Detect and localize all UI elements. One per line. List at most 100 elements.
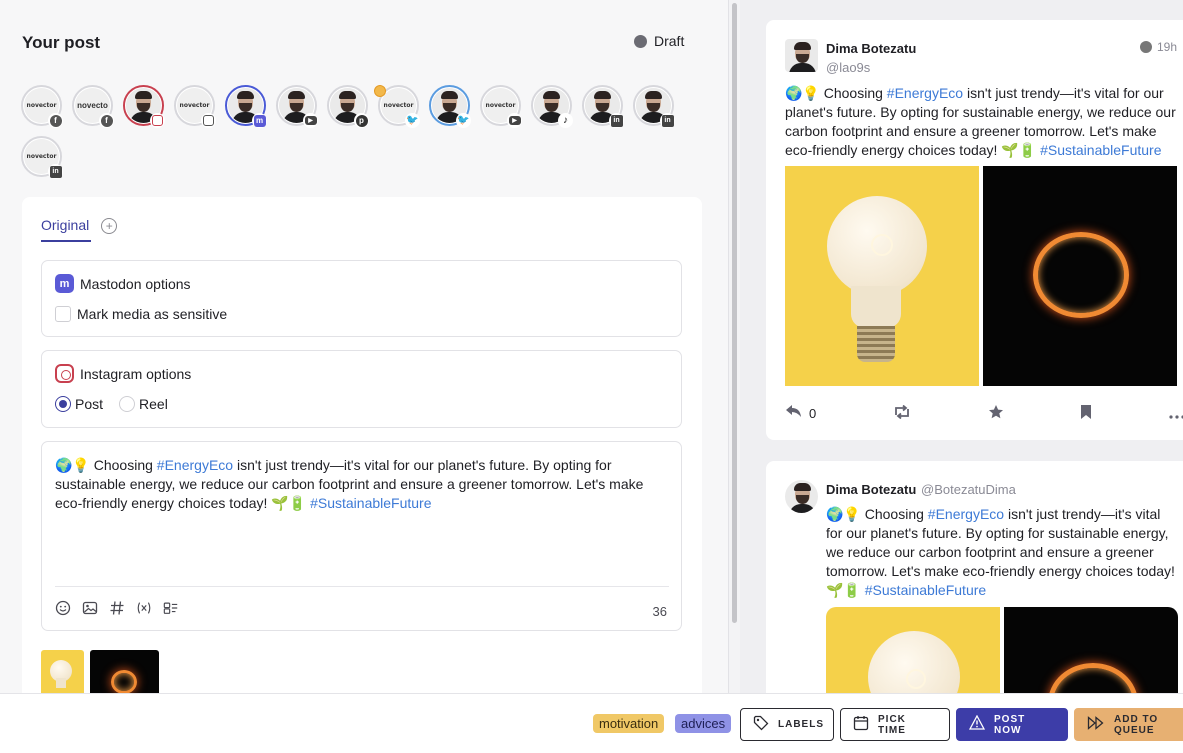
post-text-editor[interactable]: 🌍💡 Choosing #EnergyEco isn't just trendy…	[41, 441, 682, 631]
emoji-icon[interactable]	[55, 600, 71, 616]
post-time: 19h	[1140, 40, 1177, 54]
add-tab-button[interactable]: +	[101, 217, 118, 234]
reply-icon[interactable]	[785, 404, 802, 423]
composer-panel: Your post Draft novector f novecto f novecto…	[0, 0, 728, 693]
account-avatar[interactable]: p	[327, 85, 369, 128]
post-now-button-label[interactable]: POST NOW	[994, 714, 1055, 736]
account-avatar[interactable]: novector f	[21, 85, 63, 128]
sensitive-media-option[interactable]: Mark media as sensitive	[55, 306, 227, 322]
labels-button[interactable]: LABELS	[740, 708, 834, 741]
bulb-image[interactable]	[785, 166, 979, 386]
account-avatar[interactable]: in	[633, 85, 675, 128]
account-avatar[interactable]	[123, 85, 165, 128]
preview-text: 🌍💡 Choosing #EnergyEco isn't just trendy…	[826, 505, 1176, 600]
scrollbar-thumb[interactable]	[732, 3, 737, 623]
globe-icon	[1140, 41, 1152, 53]
add-to-queue-button-label[interactable]: ADD TO QUEUE	[1114, 714, 1183, 736]
tag-icon	[753, 715, 769, 735]
brand-logo-text: novector	[26, 102, 57, 109]
brand-logo-text: novector	[179, 102, 210, 109]
reel-radio-label[interactable]: Reel	[139, 396, 168, 412]
bookmark-icon[interactable]	[1080, 404, 1092, 423]
account-avatar[interactable]: novecto f	[72, 85, 114, 128]
warning-icon	[968, 714, 986, 734]
brand-logo-text: novecto	[77, 101, 108, 110]
hashtag[interactable]: #EnergyEco	[887, 85, 963, 101]
brand-logo-text: novector	[26, 153, 57, 160]
light-ring-image[interactable]	[983, 166, 1177, 386]
author-handle: @lao9s	[826, 60, 871, 75]
bulb-neck	[56, 678, 66, 688]
variable-icon[interactable]	[136, 600, 152, 616]
avatar	[785, 480, 818, 513]
label-chip-motivation[interactable]: motivation	[593, 714, 665, 733]
pinterest-icon: p	[354, 113, 369, 128]
linkedin-icon: in	[48, 164, 63, 179]
hashtag-icon[interactable]	[109, 600, 125, 616]
instagram-options-header: Instagram options	[55, 364, 191, 383]
preview-icon[interactable]	[163, 600, 179, 616]
sensitive-media-checkbox[interactable]	[55, 306, 71, 322]
sensitive-media-label[interactable]: Mark media as sensitive	[77, 306, 227, 322]
character-count: 36	[652, 604, 667, 619]
pick-time-button[interactable]: PICK TIME	[840, 708, 950, 741]
media-thumbnail-ring[interactable]	[90, 650, 159, 693]
account-avatar[interactable]: m	[225, 85, 267, 128]
account-avatar[interactable]: novector 🐦	[374, 85, 420, 128]
instagram-icon	[201, 113, 216, 128]
mastodon-options-title: Mastodon options	[80, 275, 191, 292]
linkedin-icon: in	[660, 113, 675, 128]
account-avatar[interactable]: ▶	[276, 85, 318, 128]
reply-action[interactable]: 0	[785, 404, 816, 423]
post-radio-label[interactable]: Post	[75, 396, 103, 412]
favourite-icon[interactable]	[988, 404, 1004, 423]
light-ring-image[interactable]	[1004, 607, 1178, 693]
boost-icon[interactable]	[893, 404, 911, 422]
hashtag[interactable]: #SustainableFuture	[1040, 142, 1161, 158]
bulb-filament	[871, 234, 893, 256]
face-image	[785, 480, 818, 513]
reel-radio[interactable]	[119, 396, 136, 412]
account-avatar[interactable]: novector	[174, 85, 216, 128]
post-actions: 0	[785, 404, 1183, 423]
post-time-label: 19h	[1157, 40, 1178, 54]
brand-logo-text: novector	[383, 102, 414, 109]
post-text[interactable]: 🌍💡 Choosing #EnergyEco isn't just trendy…	[55, 456, 667, 513]
image-icon[interactable]	[82, 600, 98, 616]
label-chip-advices[interactable]: advices	[675, 714, 732, 733]
facebook-icon: f	[48, 113, 63, 128]
post-radio[interactable]	[55, 396, 71, 412]
account-avatar[interactable]: novector in	[21, 136, 63, 179]
hashtag[interactable]: #EnergyEco	[928, 506, 1004, 522]
scrollbar[interactable]	[728, 0, 740, 693]
pick-time-button-label[interactable]: PICK TIME	[878, 714, 937, 736]
status-badge: Draft	[634, 33, 684, 49]
mastodon-preview-card: Dima Botezatu @lao9s 19h 🌍💡 Choosing #En…	[766, 20, 1183, 440]
bulb-image[interactable]	[826, 607, 1000, 693]
brand-logo-text: novector	[485, 102, 516, 109]
tab-original[interactable]: Original	[41, 217, 92, 242]
add-to-queue-button[interactable]: ADD TO QUEUE	[1074, 708, 1183, 741]
author-name: Dima Botezatu	[826, 41, 917, 56]
editor-tabs: Original +	[41, 217, 118, 242]
instagram-type-radios: Post Reel	[55, 396, 180, 412]
account-avatar[interactable]: in	[582, 85, 624, 128]
post-now-button[interactable]: POST NOW	[956, 708, 1068, 741]
hashtag[interactable]: #SustainableFuture	[865, 582, 986, 598]
tiktok-icon: ♪	[558, 113, 573, 128]
coin-icon	[374, 85, 386, 97]
light-ring	[1033, 232, 1129, 318]
account-avatar[interactable]: ♪	[531, 85, 573, 128]
instagram-icon	[55, 364, 74, 383]
media-thumbnail-bulb[interactable]	[41, 650, 84, 693]
hashtag: #SustainableFuture	[310, 495, 432, 511]
status-dot	[634, 34, 647, 48]
bulb-base	[857, 326, 895, 362]
labels-button-label[interactable]: LABELS	[778, 719, 824, 730]
account-avatar[interactable]: novector ▶	[480, 85, 522, 128]
preview-panel: Dima Botezatu @lao9s 19h 🌍💡 Choosing #En…	[740, 0, 1183, 693]
account-avatar[interactable]: 🐦	[429, 85, 471, 128]
more-icon[interactable]	[1169, 406, 1183, 422]
instagram-options: Instagram options Post Reel	[41, 350, 682, 428]
light-ring	[1048, 663, 1138, 693]
